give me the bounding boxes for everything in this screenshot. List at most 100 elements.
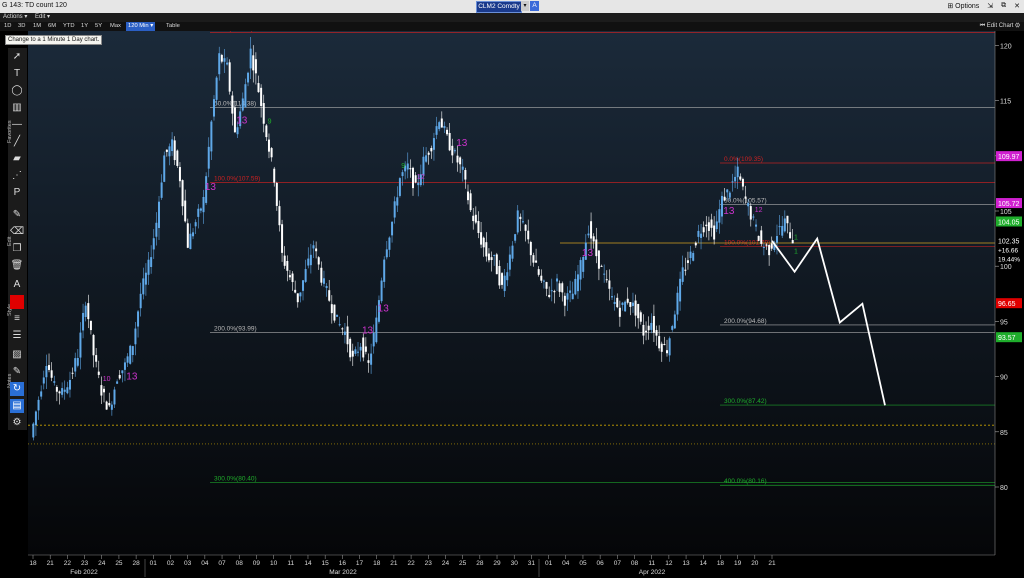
candle-body — [409, 168, 412, 170]
options-button[interactable]: ⊞ Options — [947, 2, 979, 10]
candle-body — [328, 290, 331, 301]
candle-body — [189, 233, 192, 250]
candle-body — [40, 391, 43, 397]
candle-body — [741, 178, 744, 187]
ticker-field[interactable]: CLM2 Comdty — [476, 1, 522, 13]
candle-body — [92, 334, 95, 356]
price-chart[interactable]: 0.0%(121.17)50.0%(114.38)100.0%(107.59)2… — [0, 31, 1024, 578]
range-ytd[interactable]: YTD — [63, 22, 75, 31]
x-tick-label: 23 — [81, 560, 89, 567]
candle-body — [493, 254, 496, 256]
candle-body — [422, 156, 425, 176]
interval-120min-dropdown[interactable]: 120 Min ▾ — [126, 22, 156, 31]
candle-body — [443, 125, 446, 129]
candle-body — [380, 280, 383, 302]
candle-body — [137, 311, 140, 327]
price-tag: 102.35 — [996, 235, 1022, 246]
range-3d[interactable]: 3D — [18, 22, 25, 31]
candle-body — [173, 140, 176, 161]
title-bar: G 143: TD count 120 CLM2 Comdty ▾ A ⊞ Op… — [0, 0, 1024, 13]
range-5y[interactable]: 5Y — [95, 22, 102, 31]
candle-body — [312, 245, 315, 249]
candle-body — [616, 297, 619, 308]
candle-body — [150, 257, 153, 267]
candle-body — [304, 269, 307, 282]
candle-body — [597, 250, 600, 269]
candle-body — [223, 58, 226, 62]
x-tick-label: 07 — [614, 560, 622, 567]
candle-body — [626, 298, 629, 303]
candle-body — [459, 157, 462, 165]
candle-body — [147, 259, 150, 275]
range-max[interactable]: Max — [110, 22, 121, 31]
range-6m[interactable]: 6M — [48, 22, 56, 31]
maximize-icon[interactable]: ⧉ — [1001, 2, 1006, 10]
candle-body — [126, 356, 129, 363]
candle-body — [469, 193, 472, 211]
month-label: Mar 2022 — [329, 569, 357, 576]
candle-body — [163, 155, 166, 182]
x-tick-label: 25 — [459, 560, 467, 567]
candle-body — [212, 99, 215, 117]
edit-chart-button[interactable]: ⏮ Edit Chart ⚙ — [980, 22, 1020, 31]
candle-body — [508, 254, 511, 270]
price-tag-label: 102.35 — [998, 238, 1020, 245]
candle-body — [341, 328, 344, 330]
candle-body — [590, 221, 593, 239]
menu-bar: Actions ▾ Edit ▾ — [0, 13, 1024, 22]
candle-body — [519, 216, 522, 220]
candle-body — [516, 210, 519, 233]
ticker-a-button[interactable]: A — [530, 1, 539, 11]
candle-body — [220, 54, 223, 62]
candle-body — [367, 360, 370, 363]
candle-body — [668, 338, 671, 356]
candle-body — [53, 381, 56, 383]
range-1y[interactable]: 1Y — [81, 22, 88, 31]
candle-body — [275, 183, 278, 206]
td-count-label: 13 — [362, 325, 374, 336]
fib-label: 300.0%(87.42) — [724, 398, 767, 405]
td-count-label: 1 — [794, 249, 798, 256]
candle-body — [482, 237, 485, 248]
ticker-dropdown-icon[interactable]: ▾ — [521, 1, 529, 11]
x-tick-label: 02 — [167, 560, 175, 567]
candle-body — [786, 215, 789, 224]
candle-body — [74, 358, 77, 372]
candle-body — [270, 148, 273, 158]
td-count-label: 13 — [582, 248, 594, 259]
x-tick-label: 11 — [287, 560, 294, 567]
candle-body — [160, 182, 163, 198]
candle-body — [121, 370, 124, 374]
candle-body — [267, 139, 270, 152]
menu-actions[interactable]: Actions ▾ — [0, 13, 30, 22]
candle-body — [681, 267, 684, 282]
menu-edit[interactable]: Edit ▾ — [32, 13, 53, 22]
close-icon[interactable]: ✕ — [1014, 2, 1020, 10]
table-button[interactable]: Table — [166, 22, 180, 31]
candle-body — [692, 252, 695, 261]
restore-icon[interactable]: ⇲ — [987, 2, 993, 10]
window-title: G 143: TD count 120 — [2, 2, 67, 9]
candle-body — [307, 258, 310, 266]
candle-body — [144, 272, 147, 285]
candle-body — [58, 391, 61, 394]
price-tags: 109.97 105.72 104.05 102.35 96.65 93.57 +16.66… — [996, 151, 1022, 343]
x-tick-label: 31 — [528, 560, 536, 567]
td-count-label: 1 — [794, 235, 798, 242]
candle-body — [309, 254, 312, 266]
range-1m[interactable]: 1M — [33, 22, 41, 31]
candle-body — [480, 232, 483, 245]
range-1d[interactable]: 1D — [4, 22, 11, 31]
td-count-label: 13 — [126, 372, 138, 383]
td-count-label: 13 — [456, 138, 468, 149]
candle-body — [105, 401, 108, 410]
candle-body — [629, 302, 632, 307]
price-tag-label: 93.57 — [998, 335, 1016, 342]
candle-body — [294, 289, 297, 293]
candle-body — [532, 255, 535, 263]
candle-body — [362, 337, 365, 358]
x-tick-label: 14 — [304, 560, 312, 567]
candle-body — [456, 155, 459, 163]
candle-body — [652, 315, 655, 333]
x-tick-label: 03 — [184, 560, 192, 567]
